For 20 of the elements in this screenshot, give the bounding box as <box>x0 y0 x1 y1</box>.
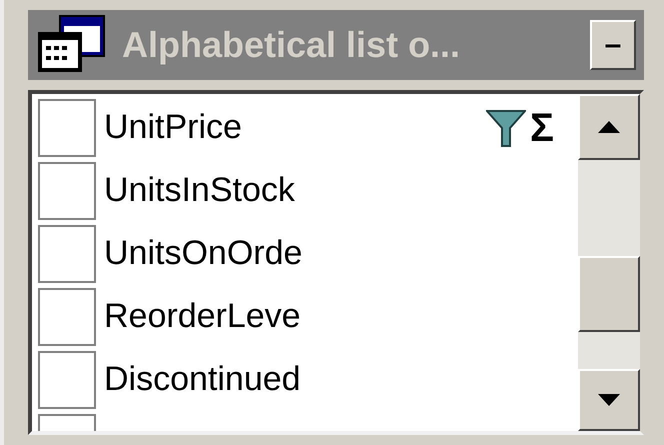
field-name[interactable]: ReorderLeve <box>104 291 578 342</box>
checkbox[interactable] <box>38 224 96 282</box>
checkbox[interactable] <box>38 98 96 156</box>
scroll-up-button[interactable] <box>578 94 640 160</box>
totals-symbol: Σ <box>530 108 554 148</box>
window-title: Alphabetical list o... <box>122 23 462 67</box>
down-arrow-icon <box>598 394 620 406</box>
minimize-button[interactable]: – <box>590 20 636 70</box>
scrollbar[interactable] <box>578 94 640 431</box>
filter-icon <box>486 108 526 148</box>
checkbox[interactable] <box>38 350 96 408</box>
checkbox[interactable] <box>38 162 96 220</box>
field-name[interactable]: UnitsInStock <box>104 165 578 216</box>
field-name[interactable]: UnitPrice <box>104 102 478 153</box>
checkbox[interactable] <box>38 288 96 346</box>
up-arrow-icon <box>598 121 620 133</box>
scroll-down-button[interactable] <box>578 369 640 431</box>
field-name[interactable]: UnitsOnOrde <box>104 228 578 279</box>
field-name[interactable]: Discontinued <box>104 354 578 405</box>
scroll-thumb[interactable] <box>578 256 640 332</box>
